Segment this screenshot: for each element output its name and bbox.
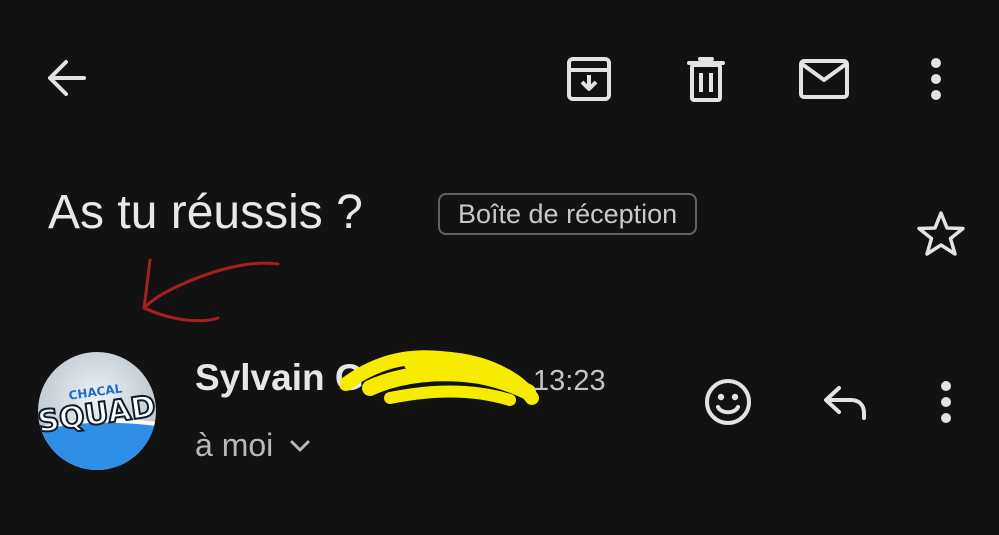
emoji-reaction-icon xyxy=(705,379,751,425)
more-vert-icon xyxy=(941,381,951,423)
star-outline-icon xyxy=(917,211,965,256)
reply-button[interactable] xyxy=(814,372,876,432)
mark-unread-button[interactable] xyxy=(790,50,858,108)
arrow-back-icon xyxy=(48,60,86,96)
email-subject: As tu réussis ? xyxy=(48,186,363,239)
add-reaction-button[interactable] xyxy=(698,372,758,432)
more-options-button[interactable] xyxy=(916,50,956,108)
reply-icon xyxy=(824,386,866,420)
recipient-details-toggle[interactable]: à moi xyxy=(195,422,311,468)
trash-icon xyxy=(687,57,725,102)
sender-avatar[interactable]: CHACAL SQUAD xyxy=(38,352,156,470)
back-button[interactable] xyxy=(36,52,96,104)
archive-button[interactable] xyxy=(558,50,620,108)
inbox-label-chip[interactable]: Boîte de réception xyxy=(438,193,698,235)
star-button[interactable] xyxy=(910,204,972,262)
email-view: { "toolbar": { "back_icon": "arrow-back-… xyxy=(0,0,999,535)
mail-icon xyxy=(799,59,849,99)
recipient-label: à moi xyxy=(195,427,274,463)
annotation-arrow xyxy=(142,258,280,323)
archive-icon xyxy=(567,57,611,101)
sender-name: Sylvain G xyxy=(195,357,364,398)
chevron-down-icon xyxy=(290,440,310,452)
redaction-scribble xyxy=(340,350,539,406)
more-vert-icon xyxy=(931,58,941,100)
message-time: 13:23 xyxy=(533,365,606,397)
message-more-options-button[interactable] xyxy=(926,372,966,432)
delete-button[interactable] xyxy=(678,50,734,108)
